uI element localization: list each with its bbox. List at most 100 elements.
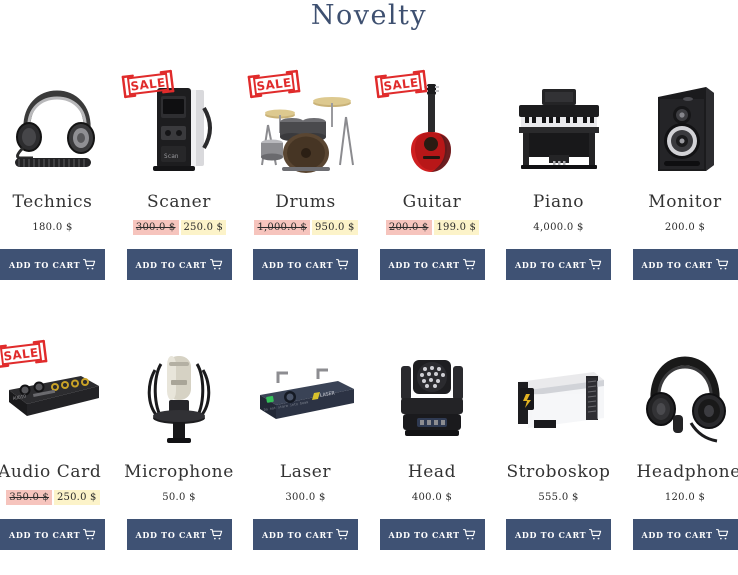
shopping-cart-icon [462,258,476,271]
product-price: 400.0 $ [411,492,453,503]
product-image[interactable] [506,78,611,178]
condenser-microphone-icon [147,356,211,443]
price-row: 120.0 $ [633,490,738,505]
product-name[interactable]: Monitor [633,192,738,212]
add-to-cart-label: ADD TO CART [135,529,207,540]
price-row: 180.0 $ [0,220,105,235]
shopping-cart-icon [83,258,96,271]
moving-head-light-icon [401,360,463,436]
product-name[interactable]: Laser [253,462,358,482]
add-to-cart-button[interactable]: ADD TO CART [506,249,611,280]
price-row: 200.0 $ [633,220,738,235]
add-to-cart-button[interactable]: ADD TO CART [126,519,232,550]
product-price: 555.0 $ [538,492,579,503]
audio-interface-icon: AUDIO [8,376,99,416]
acoustic-guitar-icon [411,84,451,172]
product-name[interactable]: Technics [0,192,105,212]
add-to-cart-label: ADD TO CART [388,529,460,540]
new-price: 250.0 $ [180,220,227,235]
page-title: Novelty [310,0,428,31]
product-name[interactable]: Drums [253,192,358,212]
add-to-cart-button[interactable]: ADD TO CART [0,249,105,280]
old-price: 350.0 $ [6,490,52,505]
add-to-cart-button[interactable]: ADD TO CART [632,249,738,280]
product-card: Monitor 200.0 $ ADD TO CART [632,78,738,348]
product-name[interactable]: Audio Card [0,462,118,482]
product-name[interactable]: Head [380,462,485,482]
old-price: 200.0 $ [385,220,432,235]
product-name[interactable]: Scaner [127,192,232,212]
product-name[interactable]: Piano [506,192,611,212]
product-image[interactable]: SALE [374,69,485,178]
add-to-cart-label: ADD TO CART [262,529,334,540]
product-card: Stroboskop 555.0 $ ADD TO CART [506,348,632,575]
headphones-studio-icon [14,90,95,167]
product-image[interactable]: LASER Do not stare into beam [253,348,358,448]
product-price: 300.0 $ [285,492,326,503]
add-to-cart-label: ADD TO CART [262,259,334,270]
add-to-cart-label: ADD TO CART [515,529,587,540]
add-to-cart-button[interactable]: ADD TO CART [253,519,358,550]
product-grid: Technics 180.0 $ ADD TO CART Scan SALE S… [0,69,738,575]
new-price: 199.0 $ [433,220,480,235]
shopping-cart-icon [462,528,476,541]
price-row: 4,000.0 $ [506,220,611,235]
product-card: Head 400.0 $ ADD TO CART [379,348,506,575]
scanner-light-icon: Scan [153,88,212,171]
add-to-cart-button[interactable]: ADD TO CART [379,249,485,280]
product-image[interactable] [0,78,105,178]
product-image[interactable]: Scan SALE [121,69,232,178]
shopping-cart-icon [336,528,349,541]
old-price: 300.0 $ [132,220,179,235]
product-image[interactable] [633,78,738,178]
shopping-cart-icon [83,528,96,541]
add-to-cart-label: ADD TO CART [515,259,587,270]
product-card: SALE Guitar 200.0 $199.0 $ ADD TO CART [374,69,506,348]
product-name[interactable]: Headphones [637,462,738,482]
product-catalog-page: Novelty Technics 180.0 $ ADD TO CART Sca… [0,0,738,575]
add-to-cart-button[interactable]: ADD TO CART [506,519,611,550]
studio-monitor-icon [658,87,714,171]
shopping-cart-icon [209,528,223,541]
product-card: Scan SALE Scaner 300.0 $250.0 $ ADD TO CAR… [121,69,253,348]
product-card: Microphone 50.0 $ ADD TO CART [124,348,253,575]
product-card: Technics 180.0 $ ADD TO CART [0,78,126,348]
product-price: 50.0 $ [162,492,196,503]
product-image[interactable] [380,348,485,448]
product-image[interactable] [127,348,232,448]
shopping-cart-icon [589,258,602,271]
product-image[interactable] [506,348,611,448]
product-name[interactable]: Guitar [380,192,485,212]
add-to-cart-button[interactable]: ADD TO CART [253,249,358,280]
drum-kit-icon [260,97,354,173]
product-image[interactable]: SALE [247,69,358,178]
add-to-cart-label: ADD TO CART [135,259,207,270]
product-card: Headphones 120.0 $ ADD TO CART [632,348,738,575]
price-row: 200.0 $199.0 $ [377,220,489,235]
product-price: 4,000.0 $ [533,222,584,233]
price-row: 400.0 $ [380,490,485,505]
new-price: 250.0 $ [54,490,100,505]
dj-headphones-icon [646,356,726,443]
add-to-cart-label: ADD TO CART [641,529,713,540]
add-to-cart-label: ADD TO CART [388,259,460,270]
product-price: 120.0 $ [664,492,706,503]
price-row: 50.0 $ [127,490,232,505]
product-image[interactable]: AUDIO SALE [0,339,105,448]
svg-text:Scan: Scan [164,153,179,160]
add-to-cart-button[interactable]: ADD TO CART [632,519,738,550]
product-image[interactable] [633,348,738,448]
add-to-cart-button[interactable]: ADD TO CART [126,249,232,280]
new-price: 950.0 $ [311,220,358,235]
product-name[interactable]: Microphone [120,462,239,482]
add-to-cart-button[interactable]: ADD TO CART [0,519,105,550]
product-card: AUDIO SALE Audio Card 350.0 $250.0 $ ADD T… [0,339,126,575]
add-to-cart-button[interactable]: ADD TO CART [379,519,485,550]
product-name[interactable]: Stroboskop [499,462,618,482]
add-to-cart-label: ADD TO CART [641,259,713,270]
shopping-cart-icon [589,528,602,541]
shopping-cart-icon [336,258,349,271]
product-card: LASER Do not stare into beam Laser 300.0 … [253,348,379,575]
price-row: 1,000.0 $950.0 $ [250,220,362,235]
price-row: 300.0 $ [253,490,358,505]
